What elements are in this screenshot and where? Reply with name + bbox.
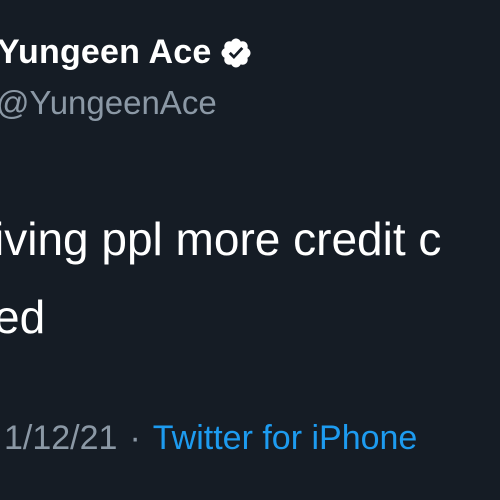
- author-name-row: Yungeen Ace: [0, 33, 253, 72]
- meta-separator: ·: [129, 419, 141, 457]
- tweet-source-link[interactable]: Twitter for iPhone: [153, 419, 418, 458]
- author-display-name[interactable]: Yungeen Ace: [0, 33, 211, 72]
- tweet-screenshot: Yungeen Ace @YungeenAce iving ppl more c…: [0, 0, 500, 500]
- author-handle[interactable]: @YungeenAce: [0, 84, 217, 122]
- tweet-text-line: ed: [0, 291, 46, 343]
- tweet-meta: 1/12/21 · Twitter for iPhone: [4, 419, 417, 458]
- verified-badge-icon: [219, 36, 253, 70]
- tweet-text-line: iving ppl more credit c: [0, 213, 442, 265]
- tweet-body: iving ppl more credit c ed: [0, 200, 441, 356]
- tweet-date[interactable]: 1/12/21: [4, 419, 117, 458]
